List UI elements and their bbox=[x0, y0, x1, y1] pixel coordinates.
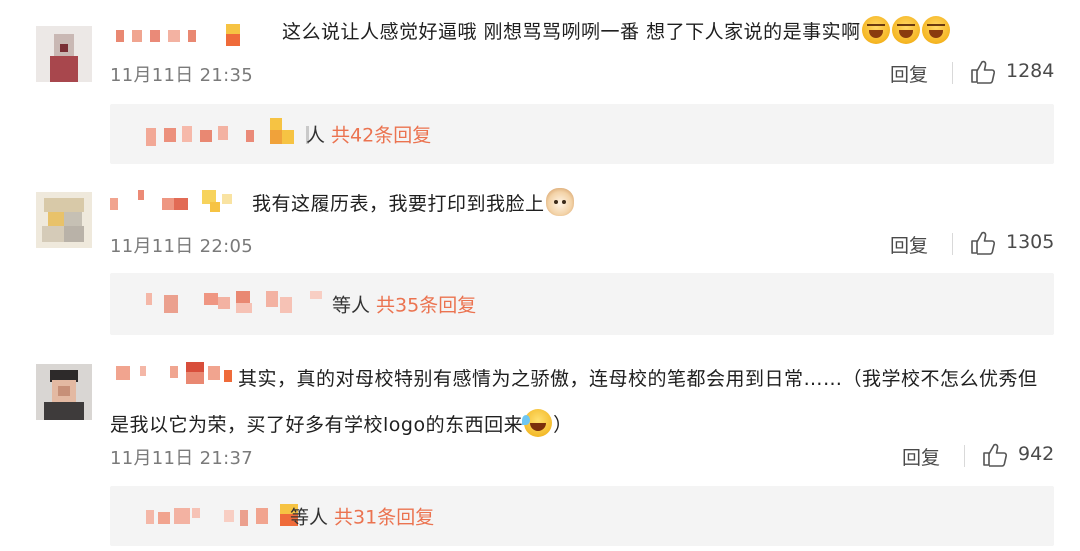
comment-text: 我有这履历表，我要打印到我脸上 bbox=[252, 188, 575, 220]
reply-button[interactable]: 回复 bbox=[890, 60, 928, 87]
reply-people-label: 等人 bbox=[332, 294, 371, 317]
crying-laugh-icon bbox=[921, 16, 950, 44]
reply-people-label: 人 bbox=[306, 124, 326, 147]
comment-text: 这么说让人感觉好逼哦 刚想骂骂咧咧一番 想了下人家说的是事实啊 bbox=[282, 16, 951, 48]
cat-face-icon bbox=[545, 188, 574, 216]
divider bbox=[964, 445, 965, 467]
comment-list: 这么说让人感觉好逼哦 刚想骂骂咧咧一番 想了下人家说的是事实啊 11月11日 2… bbox=[0, 0, 1080, 551]
reply-summary-box[interactable]: 等人 共31条回复 bbox=[110, 486, 1054, 546]
avatar[interactable] bbox=[36, 192, 92, 248]
comment-timestamp: 11月11日 21:35 bbox=[110, 65, 254, 86]
reply-people-label: 等人 bbox=[290, 506, 329, 529]
reply-summary-box[interactable]: 人共42条回复 bbox=[110, 104, 1054, 164]
reply-button[interactable]: 回复 bbox=[890, 231, 928, 258]
comment-timestamp: 11月11日 22:05 bbox=[110, 236, 254, 257]
username-pixelated[interactable] bbox=[110, 190, 260, 216]
reply-summary-box[interactable]: 等人 共35条回复 bbox=[110, 273, 1054, 335]
thumbs-up-icon[interactable] bbox=[970, 60, 996, 84]
username-pixelated[interactable] bbox=[116, 24, 256, 50]
reply-count-link[interactable]: 共35条回复 bbox=[376, 295, 476, 317]
like-count: 942 bbox=[1018, 443, 1055, 465]
crying-laugh-icon bbox=[891, 16, 920, 44]
avatar[interactable] bbox=[36, 26, 92, 82]
thumbs-up-icon[interactable] bbox=[982, 443, 1008, 467]
laughing-tears-icon bbox=[522, 409, 553, 437]
reply-button[interactable]: 回复 bbox=[902, 443, 940, 470]
comment-timestamp: 11月11日 21:37 bbox=[110, 448, 254, 469]
avatar[interactable] bbox=[36, 364, 92, 420]
like-count: 1284 bbox=[1006, 60, 1055, 82]
reply-count-link[interactable]: 共31条回复 bbox=[334, 507, 434, 529]
like-count: 1305 bbox=[1006, 231, 1055, 253]
thumbs-up-icon[interactable] bbox=[970, 231, 996, 255]
divider bbox=[952, 62, 953, 84]
divider bbox=[952, 233, 953, 255]
reply-count-link[interactable]: 共42条回复 bbox=[331, 125, 431, 147]
crying-laugh-icon bbox=[861, 16, 890, 44]
comment-text: 其实，真的对母校特别有感情为之骄傲，连母校的笔都会用到日常……（我学校不怎么优秀… bbox=[110, 368, 1038, 437]
